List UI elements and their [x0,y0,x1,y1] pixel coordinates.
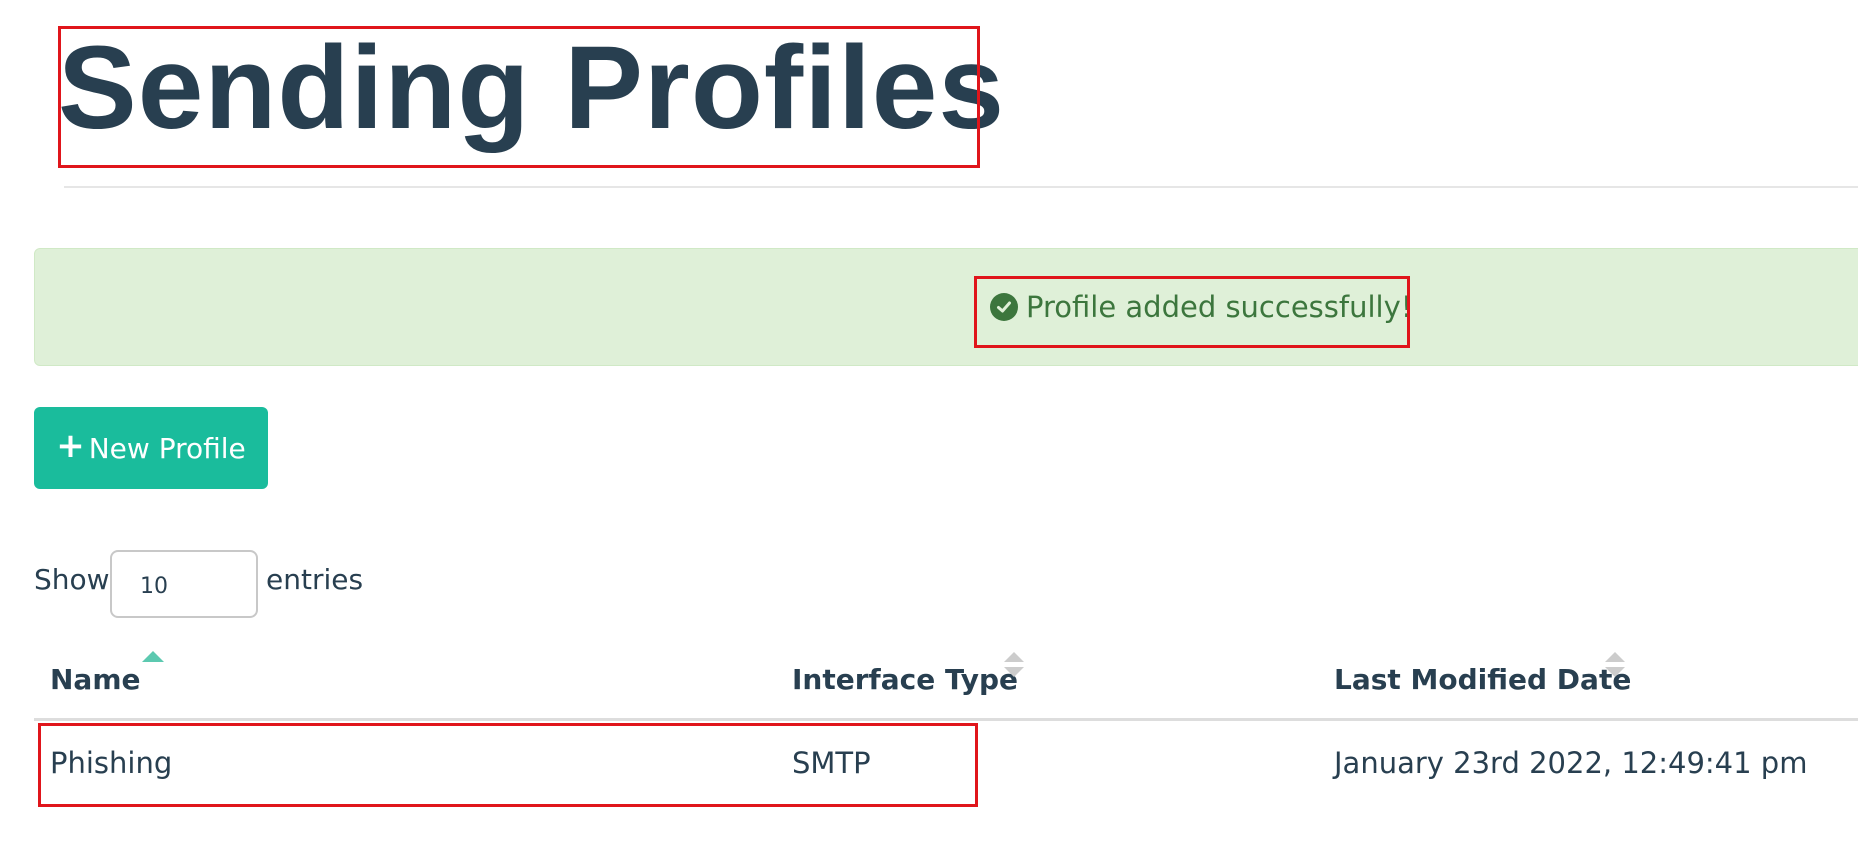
new-profile-button-label: New Profile [88,431,246,465]
new-profile-button[interactable]: + New Profile [34,407,268,489]
sort-ascending-icon [142,651,164,662]
column-header-last-modified-date[interactable]: Last Modified Date [1334,660,1631,700]
column-header-interface-type-label: Interface Type [792,663,1019,696]
column-header-name-label: Name [50,663,141,696]
sort-both-icon [1004,652,1024,677]
column-header-interface-type[interactable]: Interface Type [792,660,1018,700]
column-header-name[interactable]: Name [50,660,141,700]
alert-highlight-box [974,276,1410,348]
column-header-last-modified-date-label: Last Modified Date [1334,663,1632,696]
show-label: Show [34,563,110,596]
success-alert [34,248,1858,366]
page-title-highlight-box [58,26,980,168]
table-header-divider [34,718,1858,721]
table-cell-last-modified: January 23rd 2022, 12:49:41 pm [1334,746,1808,780]
plus-icon: + [56,426,85,466]
entries-label: entries [266,563,364,596]
title-divider [64,186,1858,188]
row-highlight-box [38,723,978,807]
entries-per-page-select[interactable]: 10 [110,550,258,618]
sort-both-icon [1605,652,1625,677]
